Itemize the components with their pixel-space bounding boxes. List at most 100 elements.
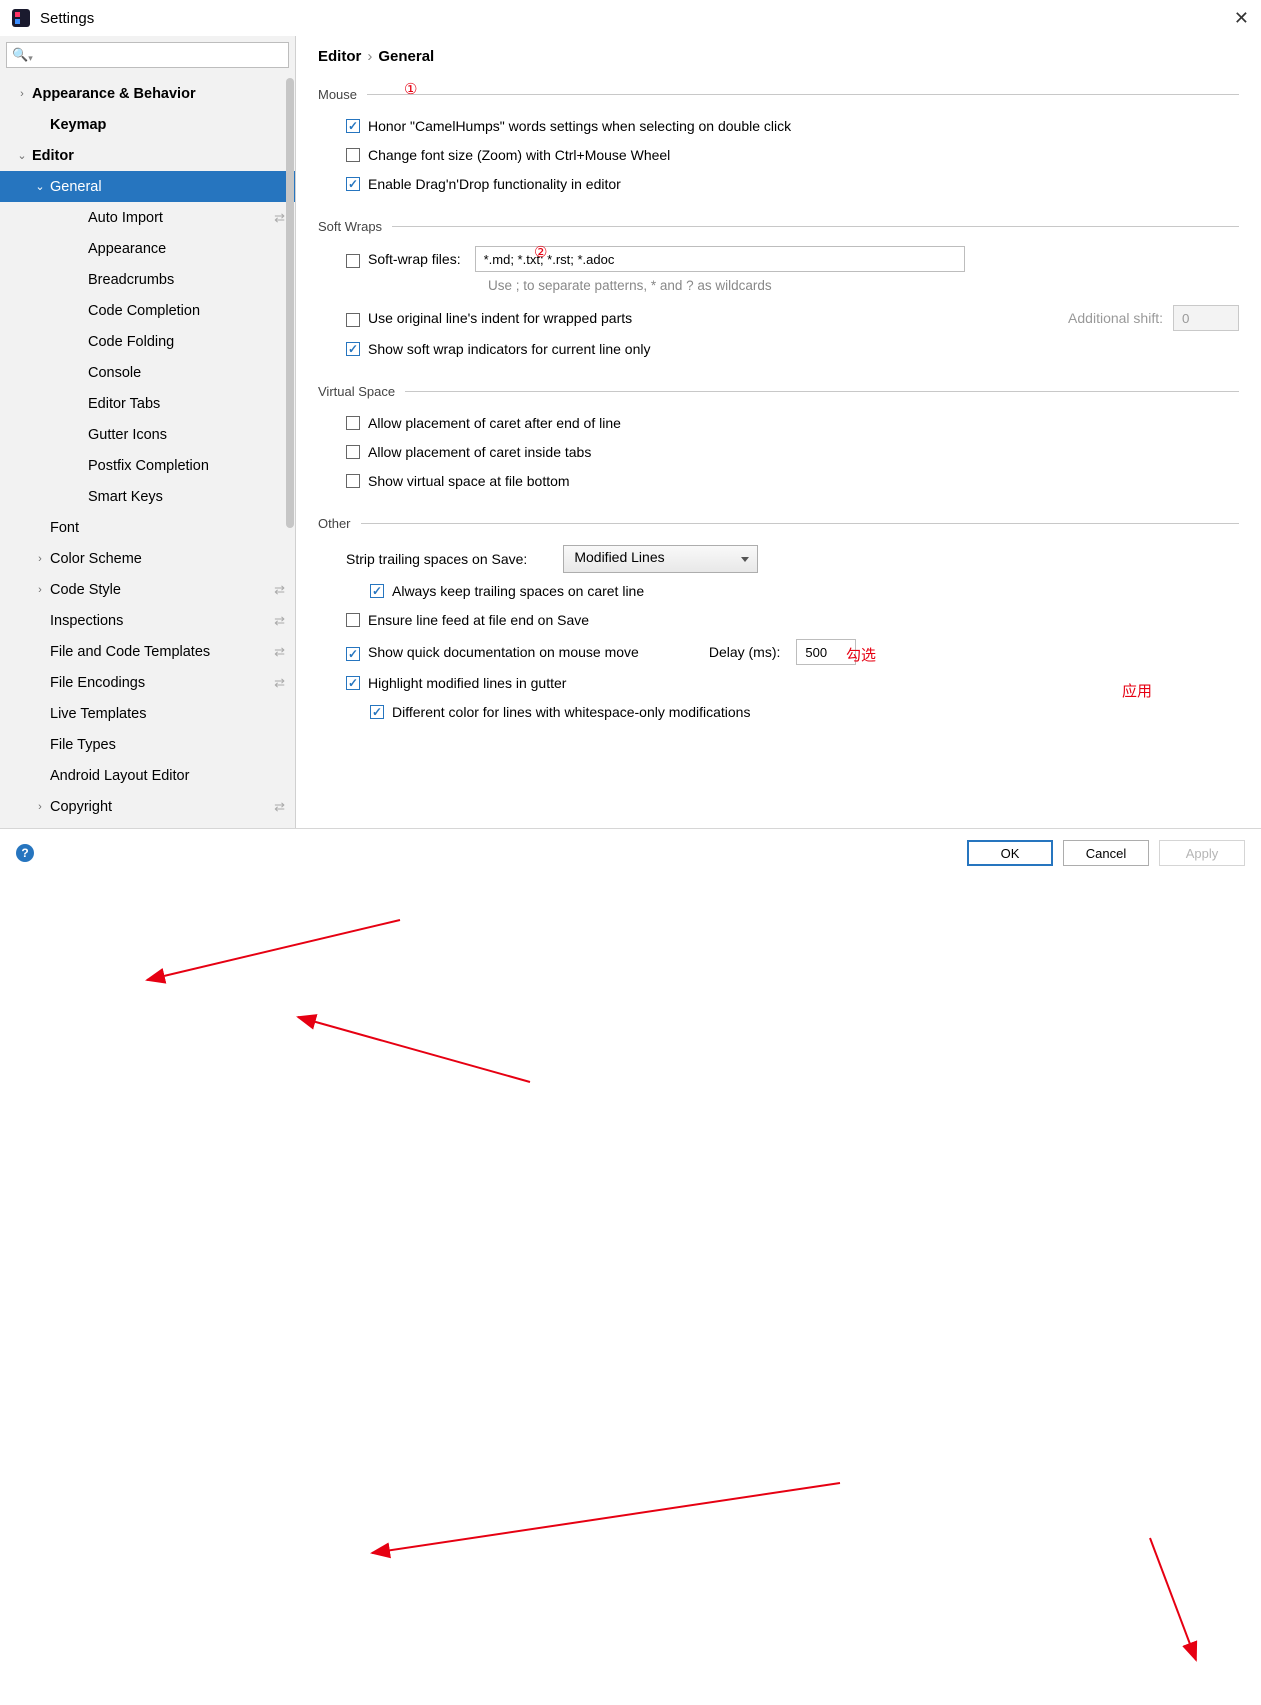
tree-item[interactable]: Smart Keys [0,481,295,512]
chk-useindent[interactable] [346,313,360,327]
chk-softwrapind[interactable] [346,342,360,356]
tree-item[interactable]: › Copyright⇄ [0,791,295,822]
tree-label: Inspections [50,613,274,629]
chevron-icon: › [34,553,46,565]
search-input[interactable] [6,42,289,68]
tree-item[interactable]: File Types [0,729,295,760]
sidebar: 🔍▾ ›Appearance & BehaviorKeymap⌄Editor⌄G… [0,36,296,828]
chevron-icon: ⌄ [34,180,46,193]
close-icon[interactable]: ✕ [1234,8,1249,29]
tree-item[interactable]: › Color Scheme [0,543,295,574]
chk-quickdoc[interactable] [346,647,360,661]
tree-label: Code Style [50,582,274,598]
tree-item[interactable]: Appearance [0,233,295,264]
tree-item[interactable]: File Encodings⇄ [0,667,295,698]
linked-icon: ⇄ [274,210,285,226]
tree-item[interactable]: Live Templates [0,698,295,729]
tree-label: Breadcrumbs [88,272,285,288]
tree-label: Copyright [50,799,274,815]
chk-diffcolor[interactable] [370,705,384,719]
breadcrumb: Editor›General [318,48,1239,65]
chk-dragdrop[interactable] [346,177,360,191]
tree-label: Appearance & Behavior [32,86,285,102]
chk-camelhumps[interactable] [346,119,360,133]
tree-item[interactable]: File and Code Templates⇄ [0,636,295,667]
tree-item[interactable]: Editor Tabs [0,388,295,419]
tree-label: Editor Tabs [88,396,285,412]
tree-label: Code Completion [88,303,285,319]
footer: ? OK Cancel Apply [0,828,1261,877]
chevron-icon: › [16,88,28,100]
tree-item[interactable]: Inspections⇄ [0,605,295,636]
tree-label: Code Folding [88,334,285,350]
tree-item[interactable]: Font [0,512,295,543]
apply-button[interactable]: Apply [1159,840,1245,866]
chevron-icon: › [34,584,46,596]
section-vspace: Virtual Space [318,384,1239,399]
tree-item[interactable]: Auto Import⇄ [0,202,295,233]
tree-label: File Types [50,737,285,753]
app-icon [12,9,30,27]
tree-item[interactable]: › Code Style⇄ [0,574,295,605]
softwrap-patterns-input[interactable] [475,246,965,272]
tree-item[interactable]: Code Completion [0,295,295,326]
addshift-input [1173,305,1239,331]
tree-item[interactable]: Console [0,357,295,388]
linked-icon: ⇄ [274,675,285,691]
tree-label: Postfix Completion [88,458,285,474]
tree-item[interactable]: Gutter Icons [0,419,295,450]
strip-label: Strip trailing spaces on Save: [346,551,527,567]
strip-select[interactable]: Modified Lines [563,545,758,573]
tree-label: Color Scheme [50,551,285,567]
section-mouse: Mouse [318,87,1239,102]
tree-item[interactable]: Android Layout Editor [0,760,295,791]
tree-label: Font [50,520,285,536]
chk-keepspaces[interactable] [370,584,384,598]
tree-item[interactable]: ⌄ Editor [0,140,295,171]
chevron-icon: ⌄ [16,149,28,162]
tree-label: Keymap [50,117,285,133]
tree-label: Gutter Icons [88,427,285,443]
linked-icon: ⇄ [274,582,285,598]
tree-label: Console [88,365,285,381]
chevron-icon: › [34,801,46,813]
linked-icon: ⇄ [274,799,285,815]
chk-linefeed[interactable] [346,613,360,627]
cancel-button[interactable]: Cancel [1063,840,1149,866]
tree-item[interactable]: ⌄ General [0,171,295,202]
tree-label: Auto Import [88,210,274,226]
section-softwraps: Soft Wraps [318,219,1239,234]
tree-item[interactable]: Code Folding [0,326,295,357]
linked-icon: ⇄ [274,613,285,629]
tree-item[interactable]: Postfix Completion [0,450,295,481]
ok-button[interactable]: OK [967,840,1053,866]
chk-highlight[interactable] [346,676,360,690]
chk-zoom[interactable] [346,148,360,162]
delay-label: Delay (ms): [709,644,781,660]
content-panel: Editor›General Mouse Honor "CamelHumps" … [296,36,1261,828]
help-icon[interactable]: ? [16,844,34,862]
settings-tree[interactable]: › Appearance & Behavior Keymap ⌄ Editor ⌄ Gene… [0,74,295,828]
tree-label: Appearance [88,241,285,257]
tree-item[interactable]: › Appearance & Behavior [0,78,295,109]
chk-caret-tabs[interactable] [346,445,360,459]
chk-vspace-bottom[interactable] [346,474,360,488]
tree-item[interactable]: Keymap [0,109,295,140]
tree-label: File and Code Templates [50,644,274,660]
tree-label: Android Layout Editor [50,768,285,784]
scrollbar-thumb[interactable] [286,78,294,528]
tree-label: General [50,179,285,195]
chk-caret-eol[interactable] [346,416,360,430]
tree-label: Smart Keys [88,489,285,505]
chk-softwrap[interactable] [346,254,360,268]
addshift-label: Additional shift: [1068,310,1163,326]
section-other: Other [318,516,1239,531]
tree-item[interactable]: Breadcrumbs [0,264,295,295]
tree-label: File Encodings [50,675,274,691]
titlebar: Settings ✕ [0,0,1261,36]
window-title: Settings [40,10,94,27]
softwrap-label: Soft-wrap files: [368,251,461,267]
tree-label: Editor [32,148,285,164]
delay-input[interactable] [796,639,856,665]
annotation-overlay [0,828,1261,1705]
